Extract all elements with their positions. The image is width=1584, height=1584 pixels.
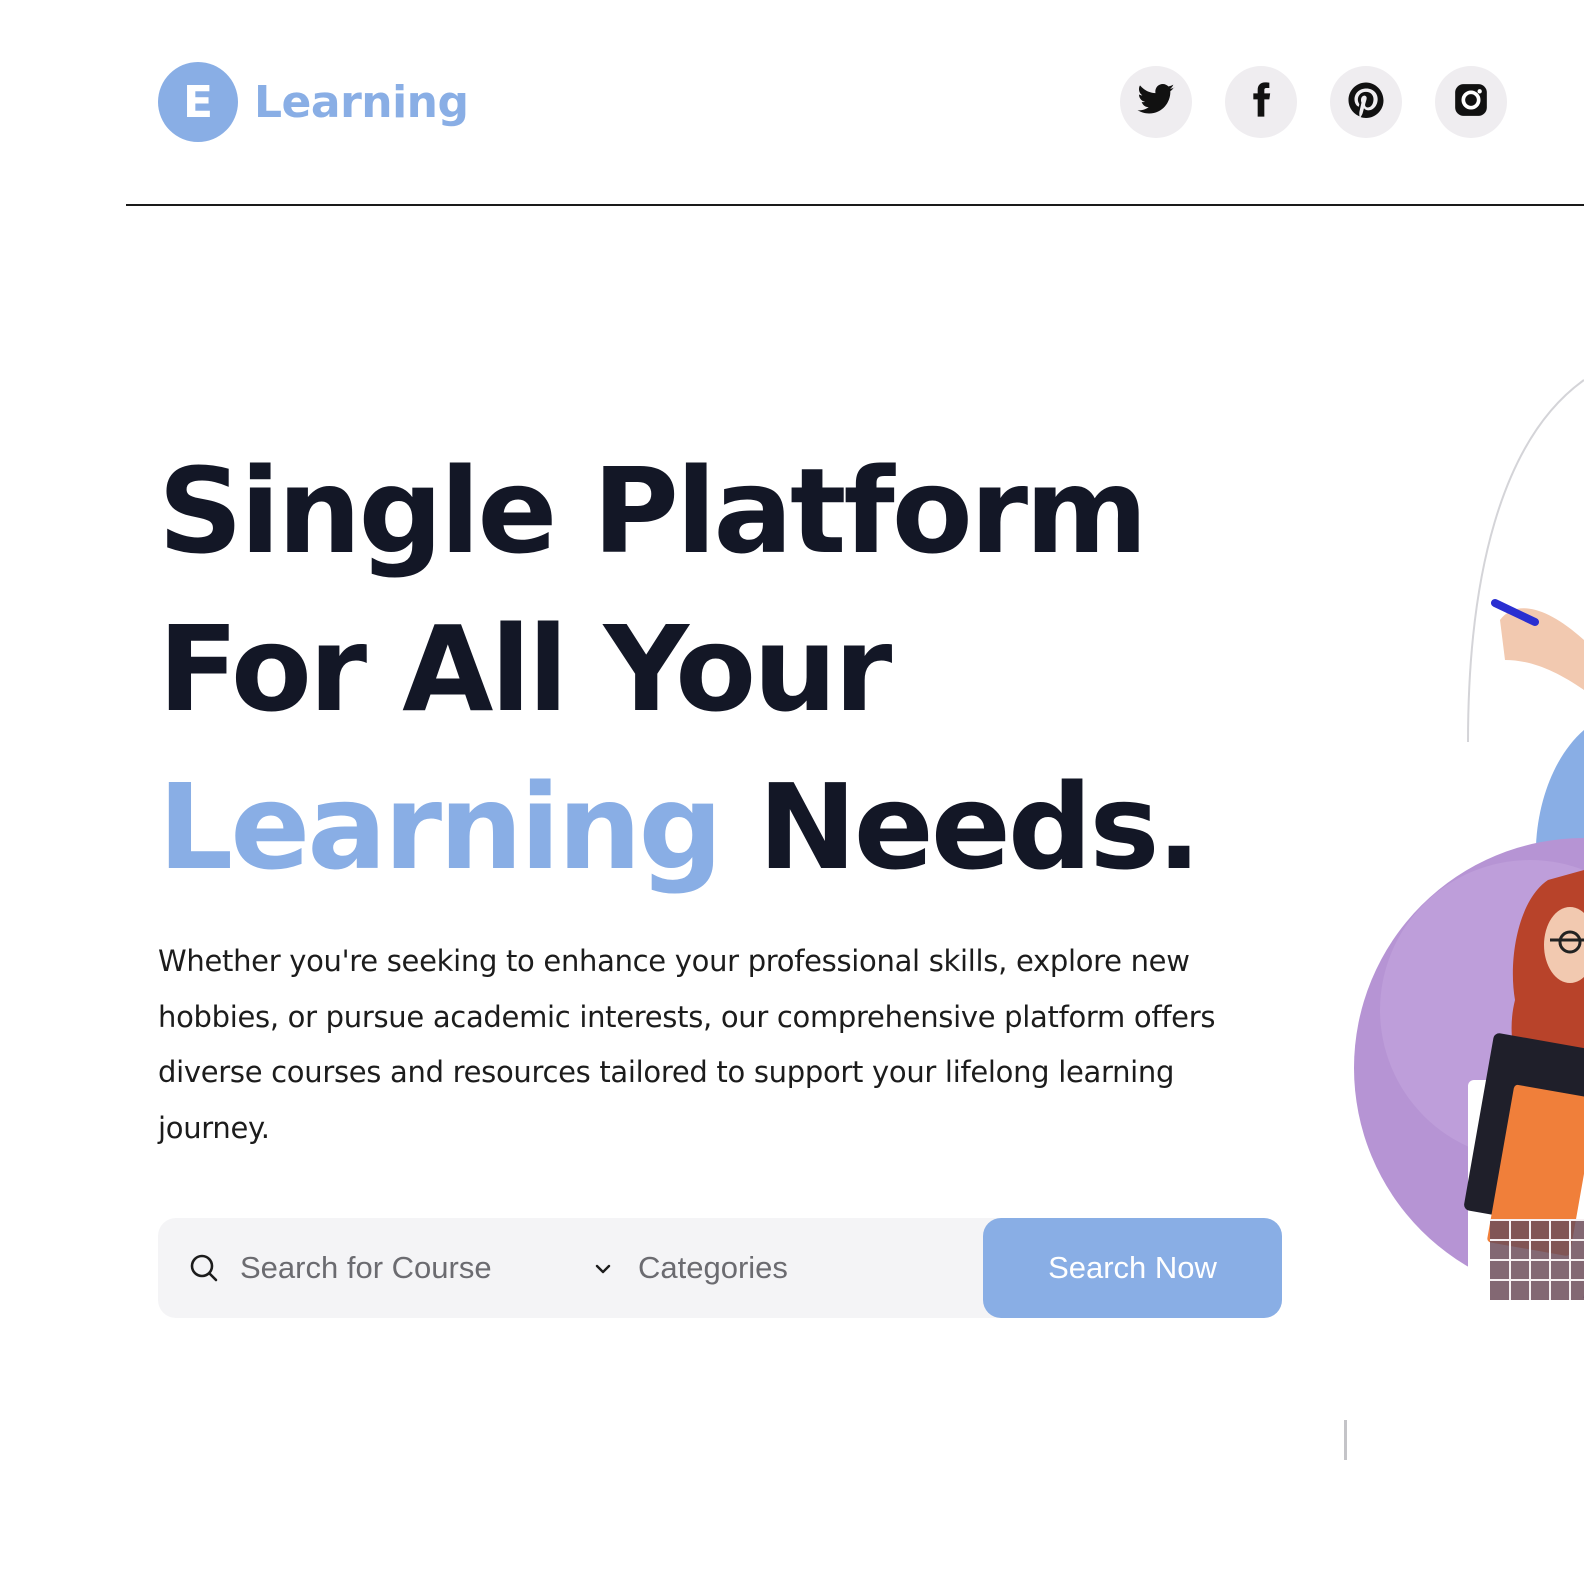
pinterest-button[interactable]: [1330, 66, 1402, 138]
hero-illustration: [1300, 360, 1584, 1480]
twitter-icon: [1136, 80, 1176, 124]
search-icon: [188, 1252, 220, 1284]
search-now-button[interactable]: Search Now: [983, 1218, 1282, 1318]
pinterest-icon: [1346, 80, 1386, 124]
instagram-icon: [1451, 80, 1491, 124]
hero-title-accent: Learning: [158, 758, 723, 896]
site-header: E Learning: [0, 0, 1584, 206]
hero-description: Whether you're seeking to enhance your p…: [158, 944, 1216, 1145]
search-input[interactable]: [240, 1242, 570, 1294]
instagram-button[interactable]: [1435, 66, 1507, 138]
social-links: [1120, 66, 1507, 138]
hero-title-line-2: For All Your: [158, 600, 892, 738]
twitter-button[interactable]: [1120, 66, 1192, 138]
brand-logo[interactable]: E Learning: [158, 62, 469, 142]
hero-title: Single Platform For All Your Learning Ne…: [158, 432, 1358, 906]
hero-title-line-1: Single Platform: [158, 442, 1148, 580]
facebook-icon: [1241, 80, 1281, 124]
chevron-down-icon[interactable]: [592, 1258, 614, 1280]
categories-dropdown[interactable]: Categories: [638, 1242, 788, 1294]
facebook-button[interactable]: [1225, 66, 1297, 138]
header-divider: [126, 204, 1584, 206]
brand-name: Learning: [254, 76, 469, 128]
logo-badge: E: [158, 62, 238, 142]
course-search-bar: Categories Search Now: [158, 1218, 1282, 1318]
hero-title-end: Needs.: [719, 758, 1201, 896]
hero-title-line-3: Learning Needs.: [158, 748, 1358, 906]
